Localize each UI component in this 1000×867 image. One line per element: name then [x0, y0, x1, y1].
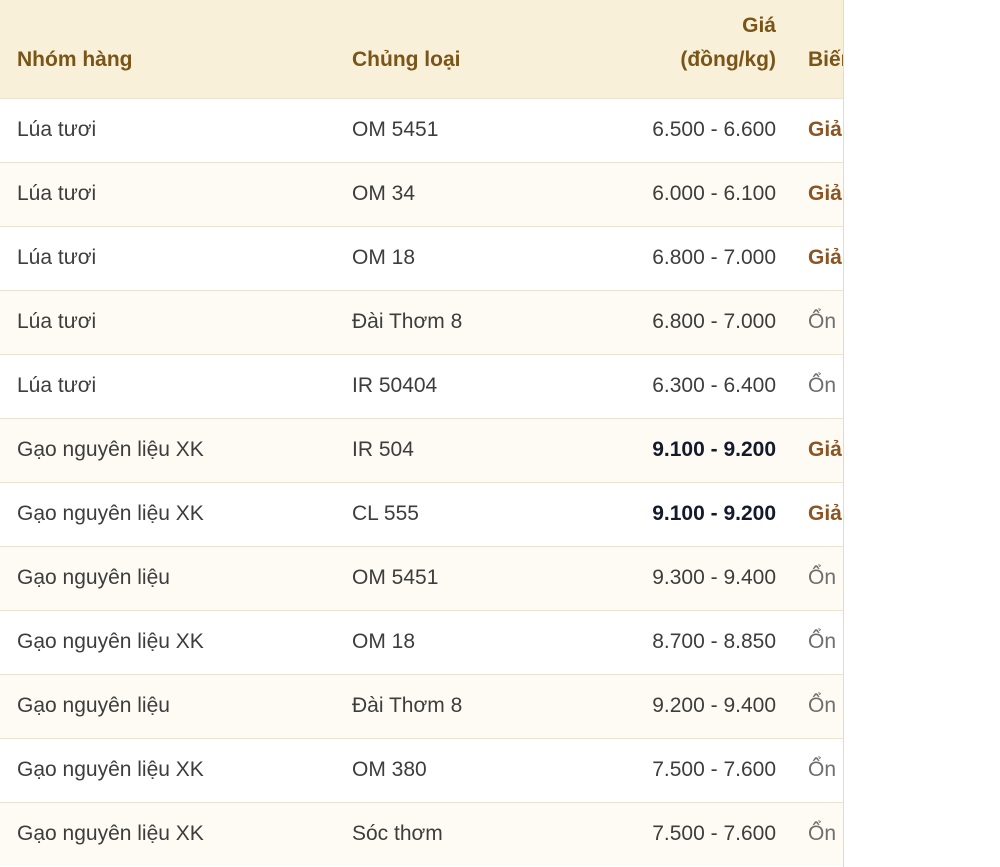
header-price: Giá (đồng/kg): [595, 0, 792, 98]
cell-type: Đài Thơm 8: [352, 310, 463, 333]
cell-price: 6.300 - 6.400: [652, 374, 776, 397]
table-row: Gạo nguyên liệu XK Sóc thơm 7.500 - 7.600 Ổ…: [0, 802, 843, 866]
cell-type: OM 380: [352, 758, 427, 781]
table-row: Gạo nguyên liệu XK OM 380 7.500 - 7.600 Ổn: [0, 738, 843, 802]
cell-change: Giả: [808, 438, 842, 461]
cell-type: OM 5451: [352, 118, 439, 141]
table-row: Lúa tươi Đài Thơm 8 6.800 - 7.000 Ổn: [0, 290, 843, 354]
cell-price: 9.300 - 9.400: [652, 566, 776, 589]
header-price-line1: Giá: [742, 13, 776, 37]
cell-group: Lúa tươi: [17, 182, 97, 205]
cell-group: Gạo nguyên liệu XK: [17, 438, 204, 461]
cell-group: Lúa tươi: [17, 374, 97, 397]
header-price-line2: (đồng/kg): [680, 47, 776, 71]
price-table-container: Nhóm hàng Chủng loại Giá (đồng/kg) Biến …: [0, 0, 844, 867]
cell-group: Gạo nguyên liệu XK: [17, 502, 204, 525]
cell-type: Đài Thơm 8: [352, 694, 463, 717]
cell-group: Lúa tươi: [17, 118, 97, 141]
cell-change: Ổn: [808, 310, 837, 333]
table-row: Lúa tươi OM 5451 6.500 - 6.600 Giả: [0, 98, 843, 162]
cell-change: Ổn: [808, 566, 837, 589]
header-row: Nhóm hàng Chủng loại Giá (đồng/kg) Biến: [0, 0, 843, 98]
table-row: Lúa tươi OM 34 6.000 - 6.100 Giả: [0, 162, 843, 226]
table-row: Lúa tươi IR 50404 6.300 - 6.400 Ổn: [0, 354, 843, 418]
cell-change: Ổn: [808, 694, 837, 717]
header-type: Chủng loại: [352, 47, 461, 71]
cell-price: 9.200 - 9.400: [652, 694, 776, 717]
cell-price: 7.500 - 7.600: [652, 822, 776, 846]
cell-price: 6.500 - 6.600: [652, 118, 776, 141]
header-group: Nhóm hàng: [17, 47, 133, 71]
cell-type: OM 5451: [352, 566, 439, 589]
cell-change: Ổn: [808, 374, 837, 397]
cell-price: 9.100 - 9.200: [652, 438, 776, 461]
table-row: Gạo nguyên liệu Đài Thơm 8 9.200 - 9.400 Ổn: [0, 674, 843, 738]
table-row: Gạo nguyên liệu XK OM 18 8.700 - 8.850 Ổn: [0, 610, 843, 674]
cell-change: Ổn: [808, 822, 837, 846]
cell-group: Gạo nguyên liệu: [17, 566, 170, 589]
table-row: Gạo nguyên liệu XK IR 504 9.100 - 9.200 Giả: [0, 418, 843, 482]
cell-type: OM 18: [352, 246, 416, 269]
table-row: Gạo nguyên liệu OM 5451 9.300 - 9.400 Ổn: [0, 546, 843, 610]
cell-type: OM 34: [352, 182, 416, 205]
cell-type: Sóc thơm: [352, 822, 443, 846]
cell-group: Gạo nguyên liệu XK: [17, 822, 204, 846]
rice-price-table: Nhóm hàng Chủng loại Giá (đồng/kg) Biến …: [0, 0, 843, 866]
cell-type: CL 555: [352, 502, 419, 525]
cell-price: 8.700 - 8.850: [652, 630, 776, 653]
cell-change: Ổn: [808, 630, 837, 653]
cell-type: IR 504: [352, 438, 414, 461]
cell-group: Gạo nguyên liệu XK: [17, 758, 204, 781]
table-row: Gạo nguyên liệu XK CL 555 9.100 - 9.200 Giả: [0, 482, 843, 546]
cell-type: IR 50404: [352, 374, 438, 397]
table-header: Nhóm hàng Chủng loại Giá (đồng/kg) Biến: [0, 0, 843, 98]
cell-type: OM 18: [352, 630, 416, 653]
cell-group: Gạo nguyên liệu: [17, 694, 170, 717]
cell-change: Giả: [808, 502, 842, 525]
cell-group: Lúa tươi: [17, 246, 97, 269]
cell-price: 9.100 - 9.200: [652, 502, 776, 525]
cell-change: Giả: [808, 118, 842, 141]
cell-change: Giả: [808, 182, 842, 205]
table-body: Lúa tươi OM 5451 6.500 - 6.600 Giả Lúa tươi O…: [0, 98, 843, 866]
cell-change: Ổn: [808, 758, 837, 781]
cell-price: 6.800 - 7.000: [652, 310, 776, 333]
cell-change: Giả: [808, 246, 842, 269]
cell-price: 6.000 - 6.100: [652, 182, 776, 205]
cell-price: 6.800 - 7.000: [652, 246, 776, 269]
cell-group: Gạo nguyên liệu XK: [17, 630, 204, 653]
header-change: Biến: [808, 47, 843, 71]
cell-group: Lúa tươi: [17, 310, 97, 333]
table-row: Lúa tươi OM 18 6.800 - 7.000 Giả: [0, 226, 843, 290]
cell-price: 7.500 - 7.600: [652, 758, 776, 781]
blank-area: [844, 0, 1000, 867]
